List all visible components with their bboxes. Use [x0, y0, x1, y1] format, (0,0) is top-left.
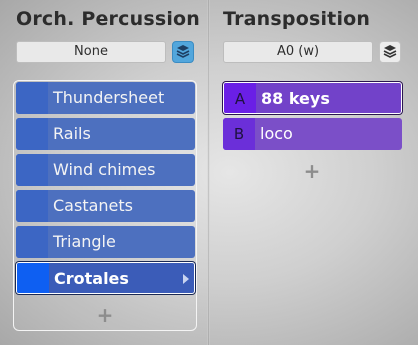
instrument-color-swatch — [16, 154, 48, 186]
instrument-color-swatch — [16, 190, 48, 222]
transposition-item-selected[interactable]: A 88 keys — [223, 82, 402, 114]
instrument-label: Castanets — [53, 196, 133, 215]
instrument-item[interactable]: Wind chimes — [16, 154, 195, 186]
panel-title: Transposition — [223, 8, 371, 30]
add-instrument-button[interactable]: + — [95, 305, 115, 325]
add-transposition-button[interactable]: + — [302, 161, 322, 181]
chevron-right-icon — [183, 274, 189, 284]
transposition-letter: B — [223, 118, 255, 150]
transposition-letter: A — [224, 83, 256, 113]
layers-button[interactable] — [379, 41, 401, 63]
instrument-color-swatch — [16, 118, 48, 150]
layers-button[interactable] — [172, 41, 194, 63]
transposition-label: 88 keys — [261, 89, 330, 108]
layers-icon — [176, 43, 190, 62]
transposition-label: loco — [260, 124, 293, 143]
transposition-item[interactable]: B loco — [223, 118, 402, 150]
instrument-item[interactable]: Rails — [16, 118, 195, 150]
instrument-label: Triangle — [53, 232, 116, 251]
instrument-label: Wind chimes — [53, 160, 156, 179]
layers-icon — [383, 43, 397, 62]
instrument-color-swatch — [16, 82, 48, 114]
instrument-group-select[interactable]: None — [16, 41, 166, 63]
instrument-item[interactable]: Triangle — [16, 226, 195, 258]
panel-title: Orch. Percussion — [16, 8, 201, 30]
instrument-label: Rails — [53, 124, 91, 143]
instrument-item[interactable]: Castanets — [16, 190, 195, 222]
instrument-label: Crotales — [54, 269, 129, 288]
transposition-select[interactable]: A0 (w) — [223, 41, 373, 63]
instrument-item[interactable]: Thundersheet — [16, 82, 195, 114]
instrument-item-selected[interactable]: Crotales — [16, 262, 195, 294]
instrument-label: Thundersheet — [53, 88, 165, 107]
instrument-color-swatch — [16, 226, 48, 258]
instrument-color-swatch — [17, 263, 49, 293]
